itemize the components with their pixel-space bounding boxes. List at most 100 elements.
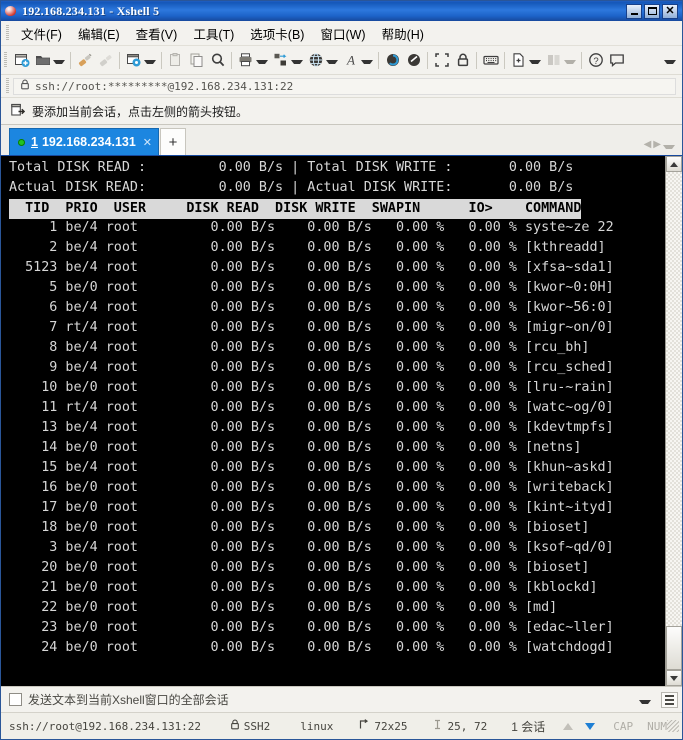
transfer-dropdown-icon[interactable] — [291, 60, 303, 64]
tab-scroll-right-icon[interactable]: ▶ — [653, 139, 661, 150]
connect-icon[interactable] — [74, 49, 95, 71]
iotop-row: 10 be/0 root 0.00 B/s 0.00 B/s 0.00 % 0.… — [9, 380, 614, 395]
browser-dropdown-icon[interactable] — [326, 60, 338, 64]
resize-grip[interactable] — [667, 720, 679, 732]
new-tab-button[interactable]: + — [160, 128, 187, 155]
address-input[interactable]: ssh://root:*********@192.168.234.131:22 — [13, 77, 676, 95]
iotop-row: 5 be/0 root 0.00 B/s 0.00 B/s 0.00 % 0.0… — [9, 280, 614, 295]
svg-text:?: ? — [593, 56, 598, 67]
disconnect-icon[interactable] — [95, 49, 116, 71]
terminal-area: Total DISK READ : 0.00 B/s | Total DISK … — [1, 155, 682, 686]
paste-icon[interactable] — [165, 49, 186, 71]
terminal-scrollbar[interactable] — [665, 156, 682, 686]
layout-dropdown-icon[interactable] — [564, 60, 576, 64]
hamburger-icon[interactable] — [661, 691, 678, 708]
total-read-text: Total DISK READ : 0.00 B/s | Total DISK … — [9, 160, 574, 175]
status-sessions[interactable]: 1 会话 — [511, 718, 545, 735]
iotop-process-list: 1 be/4 root 0.00 B/s 0.00 B/s 0.00 % 0.0… — [9, 218, 665, 658]
title-bar: 192.168.234.131 - Xshell 5 ✕ — [1, 1, 682, 21]
close-button[interactable]: ✕ — [662, 3, 678, 19]
compose-icon[interactable] — [403, 49, 424, 71]
menu-window[interactable]: 窗口(W) — [312, 21, 373, 46]
tab-close-icon[interactable]: ✕ — [143, 136, 152, 149]
toolbar-separator — [476, 51, 477, 69]
arrow-down-icon — [585, 722, 596, 730]
iotop-row: 18 be/0 root 0.00 B/s 0.00 B/s 0.00 % 0.… — [9, 520, 590, 535]
tab-scroll-left-icon[interactable]: ◀ — [644, 139, 652, 150]
open-session-icon[interactable] — [32, 49, 53, 71]
protocol-label: SSH2 — [243, 719, 271, 733]
send-text-bar: 发送文本到当前Xshell窗口的全部会话 — [1, 686, 682, 712]
address-lock-icon — [20, 79, 30, 93]
scrollbar-thumb[interactable] — [666, 626, 682, 670]
send-history-dropdown-icon[interactable] — [639, 699, 651, 704]
iotop-row: 14 be/0 root 0.00 B/s 0.00 B/s 0.00 % 0.… — [9, 440, 582, 455]
toolbar-separator — [378, 51, 379, 69]
iotop-row: 13 be/4 root 0.00 B/s 0.00 B/s 0.00 % 0.… — [9, 420, 614, 435]
iotop-row: 6 be/4 root 0.00 B/s 0.00 B/s 0.00 % 0.0… — [9, 300, 614, 315]
menu-file[interactable]: 文件(F) — [13, 21, 70, 46]
lock-icon[interactable] — [452, 49, 473, 71]
maximize-button[interactable] — [644, 3, 660, 19]
menu-edit[interactable]: 编辑(E) — [70, 21, 128, 46]
properties-icon[interactable] — [123, 49, 144, 71]
iotop-row: 16 be/0 root 0.00 B/s 0.00 B/s 0.00 % 0.… — [9, 480, 614, 495]
close-icon: ✕ — [665, 4, 675, 17]
font-dropdown-icon[interactable] — [361, 60, 373, 64]
fullscreen-icon[interactable] — [431, 49, 452, 71]
iotop-row: 1 be/4 root 0.00 B/s 0.00 B/s 0.00 % 0.0… — [9, 220, 614, 235]
copy-icon[interactable] — [186, 49, 207, 71]
feedback-icon[interactable] — [606, 49, 627, 71]
session-manager-icon[interactable] — [382, 49, 403, 71]
layout-icon[interactable] — [543, 49, 564, 71]
keyboard-icon[interactable] — [480, 49, 501, 71]
new-session-icon[interactable] — [11, 49, 32, 71]
iotop-actual-line: Actual DISK READ: 0.00 B/s | Actual DISK… — [9, 178, 665, 198]
properties-dropdown-icon[interactable] — [144, 60, 156, 64]
toolbar-separator — [70, 51, 71, 69]
font-icon[interactable]: A — [340, 49, 361, 71]
new-file-dropdown-icon[interactable] — [529, 60, 541, 64]
status-size[interactable]: 72x25 — [359, 719, 407, 733]
help-icon[interactable]: ? — [585, 49, 606, 71]
scroll-down-button[interactable] — [666, 670, 682, 686]
address-bar-grip[interactable] — [6, 78, 9, 94]
scroll-up-button[interactable] — [666, 156, 682, 172]
menu-grip[interactable] — [6, 25, 9, 41]
browser-icon[interactable] — [305, 49, 326, 71]
notice-text: 要添加当前会话，点击左侧的箭头按钮。 — [32, 104, 249, 119]
status-caps-lock: CAP — [613, 719, 634, 733]
terminal-screen[interactable]: Total DISK READ : 0.00 B/s | Total DISK … — [1, 156, 665, 686]
size-label: 72x25 — [374, 719, 408, 733]
toolbar-overflow-icon[interactable] — [664, 60, 676, 64]
status-upload-indicator — [563, 722, 574, 730]
scroll-up-icon — [670, 161, 678, 167]
iotop-total-line: Total DISK READ : 0.00 B/s | Total DISK … — [9, 158, 665, 178]
add-session-icon[interactable] — [11, 103, 26, 120]
find-icon[interactable] — [207, 49, 228, 71]
status-term-type[interactable]: linux — [300, 720, 333, 733]
open-session-dropdown-icon[interactable] — [53, 60, 65, 64]
tab-list-dropdown-icon[interactable] — [663, 144, 675, 149]
toolbar-grip[interactable] — [4, 52, 7, 68]
session-tab-1[interactable]: 1 192.168.234.131 ✕ — [9, 128, 160, 155]
print-icon[interactable] — [235, 49, 256, 71]
iotop-row: 20 be/0 root 0.00 B/s 0.00 B/s 0.00 % 0.… — [9, 560, 590, 575]
transfer-icon[interactable] — [270, 49, 291, 71]
minimize-button[interactable] — [626, 3, 642, 19]
status-cursor[interactable]: 25, 72 — [433, 719, 487, 733]
menu-view[interactable]: 查看(V) — [128, 21, 186, 46]
arrow-up-icon — [563, 722, 574, 730]
status-protocol[interactable]: SSH2 — [230, 719, 271, 733]
tab-bar: 1 192.168.234.131 ✕ + ◀ ▶ — [1, 125, 682, 155]
tab-status-icon — [18, 138, 25, 146]
send-to-all-checkbox[interactable] — [9, 693, 22, 706]
scrollbar-track[interactable] — [666, 172, 682, 670]
menu-tab[interactable]: 选项卡(B) — [242, 21, 312, 46]
iotop-row: 24 be/0 root 0.00 B/s 0.00 B/s 0.00 % 0.… — [9, 640, 614, 655]
menu-tools[interactable]: 工具(T) — [185, 21, 242, 46]
iotop-row: 23 be/0 root 0.00 B/s 0.00 B/s 0.00 % 0.… — [9, 620, 614, 635]
new-file-icon[interactable] — [508, 49, 529, 71]
menu-help[interactable]: 帮助(H) — [374, 21, 432, 46]
print-dropdown-icon[interactable] — [256, 60, 268, 64]
